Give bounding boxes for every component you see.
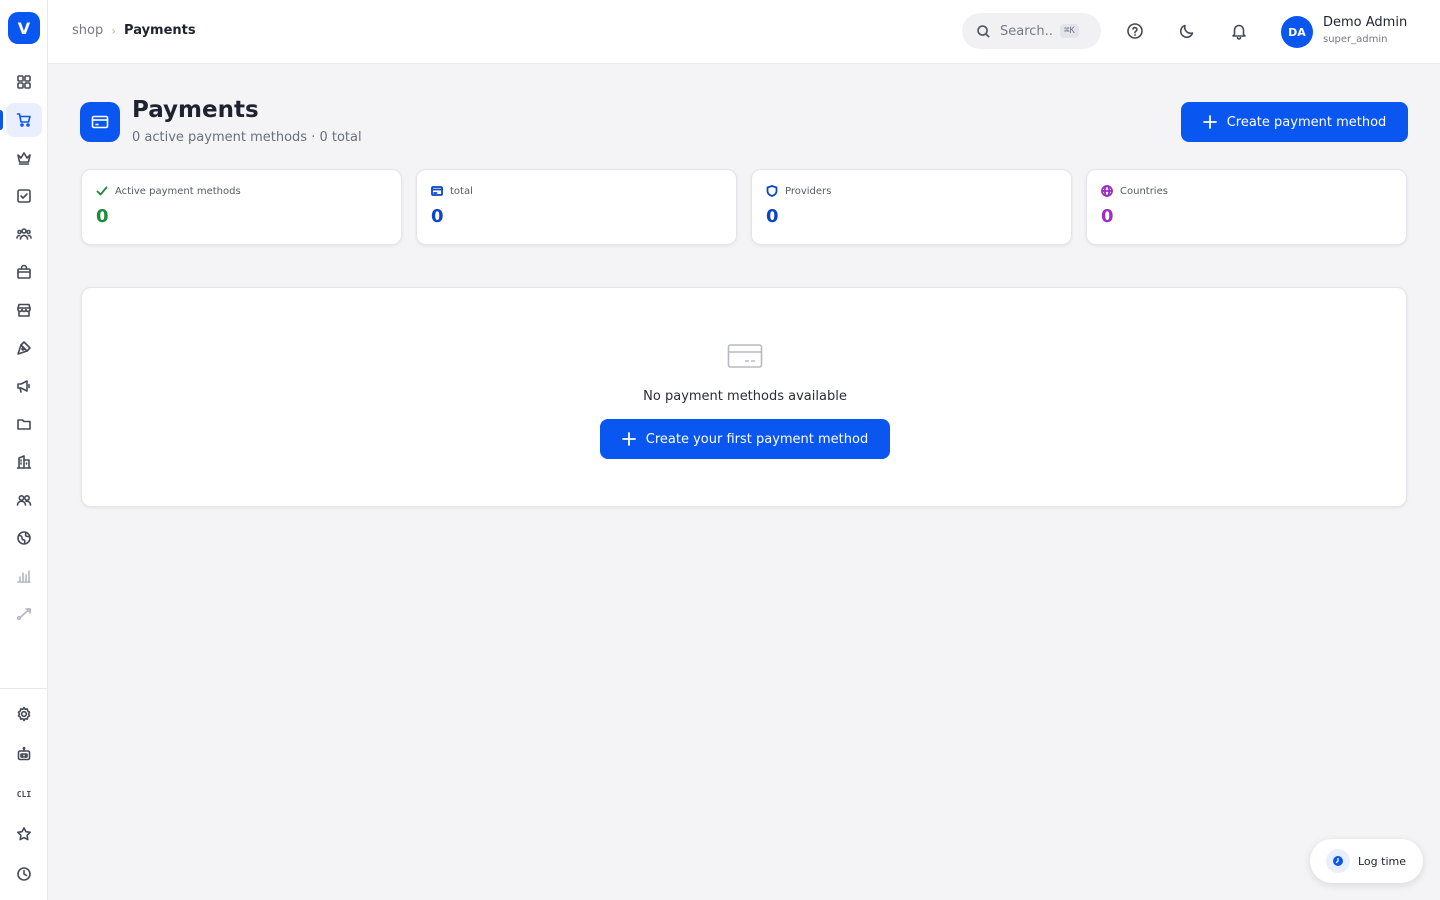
- search-input[interactable]: Search... ⌘K: [962, 13, 1101, 49]
- avatar[interactable]: DA: [1281, 16, 1313, 48]
- create-payment-method-label: Create payment method: [1226, 114, 1387, 130]
- cart-icon[interactable]: [6, 103, 42, 137]
- stat-card-total: total 0: [416, 169, 737, 245]
- empty-state-card: No payment methods available Create your…: [81, 287, 1407, 507]
- empty-state-message: No payment methods available: [643, 389, 847, 404]
- stat-value: 0: [431, 206, 444, 227]
- page-title: Payments: [132, 97, 259, 123]
- globe-icon[interactable]: [6, 521, 42, 555]
- active-nav-indicator: [0, 110, 3, 130]
- stat-value: 0: [96, 206, 109, 227]
- building-icon[interactable]: [6, 445, 42, 479]
- dark-mode-icon[interactable]: [1176, 20, 1198, 42]
- create-first-payment-method-button[interactable]: Create your first payment method: [600, 419, 890, 459]
- bell-icon[interactable]: [1228, 20, 1250, 42]
- stat-label: total: [450, 185, 473, 197]
- star-icon[interactable]: [6, 817, 42, 851]
- breadcrumb-shop-link[interactable]: shop: [72, 23, 103, 38]
- plus-icon: [1202, 115, 1217, 129]
- log-time-label: Log time: [1358, 854, 1406, 868]
- stat-card-countries: Countries 0: [1086, 169, 1407, 245]
- user-name[interactable]: Demo Admin: [1323, 15, 1407, 30]
- shield-icon: [766, 185, 778, 197]
- stat-card-providers: Providers 0: [751, 169, 1072, 245]
- sidebar-divider: [0, 688, 48, 689]
- team-icon[interactable]: [6, 217, 42, 251]
- users-icon[interactable]: [6, 483, 42, 517]
- search-icon: [977, 24, 990, 38]
- checkbox-icon[interactable]: [6, 179, 42, 213]
- stat-label: Active payment methods: [115, 185, 241, 197]
- stat-card-active: Active payment methods 0: [81, 169, 402, 245]
- route-icon[interactable]: [6, 597, 42, 631]
- stat-value: 0: [766, 206, 779, 227]
- globe-icon: [1101, 185, 1113, 197]
- credit-card-icon: [727, 340, 763, 372]
- search-shortcut: ⌘K: [1060, 24, 1079, 38]
- stat-value: 0: [1101, 206, 1114, 227]
- pen-tool-icon[interactable]: [6, 331, 42, 365]
- credit-card-icon: [431, 186, 443, 196]
- stat-label: Providers: [785, 185, 832, 197]
- create-first-payment-method-label: Create your first payment method: [645, 431, 869, 447]
- log-time-button[interactable]: Log time: [1310, 839, 1423, 883]
- check-icon: [96, 186, 108, 196]
- user-role: super_admin: [1323, 34, 1388, 45]
- search-placeholder: Search...: [1000, 23, 1054, 39]
- breadcrumb: shop › Payments: [72, 23, 196, 38]
- breadcrumb-current: Payments: [124, 23, 196, 38]
- cli-label: CLI: [16, 789, 32, 799]
- settings-icon[interactable]: [6, 697, 42, 731]
- shopping-bag-icon[interactable]: [6, 255, 42, 289]
- folder-icon[interactable]: [6, 407, 42, 441]
- credit-card-icon: [80, 102, 120, 142]
- clock-icon[interactable]: [6, 857, 42, 891]
- crown-icon[interactable]: [6, 141, 42, 175]
- chevron-right-icon: ›: [111, 23, 117, 38]
- dashboard-icon[interactable]: [6, 65, 42, 99]
- stat-label: Countries: [1120, 185, 1168, 197]
- top-bar: shop › Payments Search... ⌘K DA Demo Adm…: [48, 0, 1440, 64]
- cli-icon[interactable]: CLI: [6, 777, 42, 811]
- plus-icon: [621, 432, 636, 446]
- robot-icon[interactable]: [6, 737, 42, 771]
- timer-icon: [1326, 849, 1350, 873]
- store-icon[interactable]: [6, 293, 42, 327]
- bar-chart-icon[interactable]: [6, 559, 42, 593]
- help-icon[interactable]: [1124, 20, 1146, 42]
- page-subtitle: 0 active payment methods · 0 total: [132, 130, 362, 145]
- megaphone-icon[interactable]: [6, 369, 42, 403]
- sidebar: V CLI: [0, 0, 48, 900]
- create-payment-method-button[interactable]: Create payment method: [1181, 102, 1408, 142]
- app-logo[interactable]: V: [8, 12, 40, 44]
